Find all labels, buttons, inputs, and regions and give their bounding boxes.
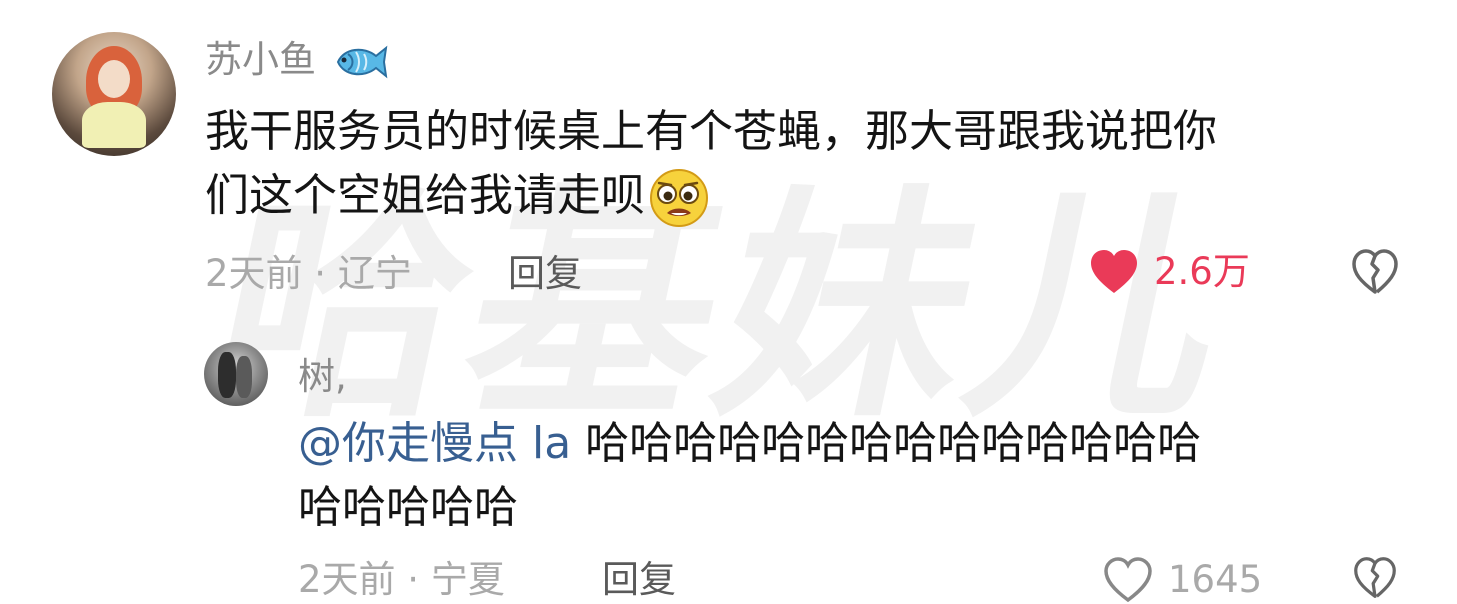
like-count: 2.6万 xyxy=(1154,250,1250,293)
username[interactable]: 苏小鱼 xyxy=(205,38,388,82)
like-button[interactable]: 2.6万 xyxy=(1088,248,1250,296)
comment-text-line-2: 们这个空姐给我请走呗 xyxy=(205,170,645,221)
reply-text-content: 哈哈哈哈哈哈哈哈哈哈哈哈哈哈 xyxy=(571,418,1202,469)
dislike-button[interactable] xyxy=(1350,556,1400,604)
mention-link[interactable]: @你走慢点 la xyxy=(298,418,571,469)
reply-text-line: @你走慢点 la 哈哈哈哈哈哈哈哈哈哈哈哈哈哈 xyxy=(298,412,1398,476)
heart-outline-icon xyxy=(1104,557,1152,603)
dislike-button[interactable] xyxy=(1350,248,1400,300)
fish-icon xyxy=(336,45,388,78)
reply-text: @你走慢点 la 哈哈哈哈哈哈哈哈哈哈哈哈哈哈 哈哈哈哈哈 xyxy=(298,412,1398,540)
heart-filled-icon xyxy=(1091,250,1137,293)
reply-button[interactable]: 回复 xyxy=(602,556,676,604)
reply-button[interactable]: 回复 xyxy=(508,250,582,298)
comment-meta: 2天前 · 辽宁 xyxy=(205,252,412,295)
reply-meta: 2天前 · 宁夏 xyxy=(298,558,505,601)
avatar[interactable] xyxy=(52,32,176,156)
comment-text-line: 们这个空姐给我请走呗 xyxy=(205,164,1405,228)
broken-heart-icon xyxy=(1352,249,1398,294)
reply-text-line-2: 哈哈哈哈哈 xyxy=(298,482,518,533)
broken-heart-icon xyxy=(1354,557,1396,598)
reply-username[interactable]: 树, xyxy=(298,355,347,399)
like-button[interactable]: 1645 xyxy=(1102,556,1262,604)
like-count: 1645 xyxy=(1168,558,1263,601)
username-label: 苏小鱼 xyxy=(205,38,316,81)
pleading-face-icon xyxy=(650,169,708,227)
comment-text: 我干服务员的时候桌上有个苍蝇，那大哥跟我说把你 们这个空姐给我请走呗 xyxy=(205,100,1405,228)
comment-text-line: 我干服务员的时候桌上有个苍蝇，那大哥跟我说把你 xyxy=(205,106,1217,157)
avatar[interactable] xyxy=(204,342,268,406)
